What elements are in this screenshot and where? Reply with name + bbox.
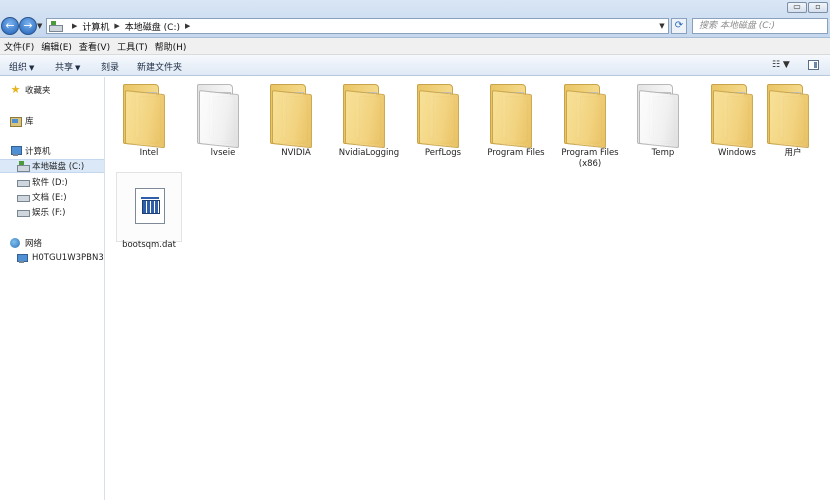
breadcrumb-local-disk[interactable]: 本地磁盘 (C:) [125, 20, 180, 33]
drive-icon [17, 177, 30, 187]
folder-item[interactable]: lvseie [188, 79, 258, 159]
sidebar-item-favorites[interactable]: ★ 收藏夹 [10, 83, 114, 97]
folder-item[interactable]: 用户 [758, 79, 828, 159]
sidebar-item-label: 库 [25, 117, 34, 127]
folder-icon [417, 84, 459, 149]
address-bar-area: ▭ ▫ ← → ▼ ▶ 计算机 ▶ 本地磁盘 (C:) ▶ ▼ ⟳ 搜索 本地磁… [0, 0, 830, 38]
folder-item[interactable]: Program Files [481, 79, 551, 159]
chevron-down-icon: ▼ [29, 64, 35, 72]
view-options-icon[interactable]: ☷ ▼ [772, 60, 790, 70]
item-label: 用户 [784, 148, 802, 158]
sidebar-item-drive-f[interactable]: 娱乐 (F:) [0, 205, 104, 219]
computer-icon [17, 253, 28, 263]
sidebar-item-label: 娱乐 (F:) [32, 208, 66, 218]
folder-icon [637, 84, 679, 149]
sidebar-item-label: 网络 [25, 239, 43, 249]
chevron-down-icon: ▼ [75, 64, 81, 72]
sidebar-item-network-pc[interactable]: H0TGU1W3PBN3G [0, 251, 104, 265]
menu-edit[interactable]: 编辑(E) [41, 40, 72, 53]
sidebar-item-label: 本地磁盘 (C:) [32, 162, 85, 172]
menu-bar: 文件(F) 编辑(E) 查看(V) 工具(T) 帮助(H) [0, 38, 830, 55]
system-drive-icon [17, 161, 30, 172]
sidebar-item-label: 收藏夹 [25, 86, 51, 96]
sidebar-item-network[interactable]: 网络 [10, 236, 114, 250]
command-bar: 组织 ▼ 共享 ▼ 刻录 新建文件夹 ☷ ▼ [0, 55, 830, 76]
sidebar-item-computer[interactable]: 计算机 [10, 144, 114, 158]
sidebar-item-label: 计算机 [25, 147, 51, 157]
file-item[interactable] [116, 172, 182, 242]
folder-icon [564, 84, 606, 149]
network-icon [10, 238, 21, 248]
item-label: NvidiaLogging [338, 148, 400, 158]
menu-view[interactable]: 查看(V) [79, 40, 110, 53]
burn-button[interactable]: 刻录 [101, 60, 119, 73]
folder-icon [123, 84, 165, 149]
menu-tools[interactable]: 工具(T) [117, 40, 148, 53]
folder-item[interactable]: Temp [628, 79, 698, 159]
folder-icon [343, 84, 385, 149]
chevron-right-icon[interactable]: ▶ [72, 22, 77, 30]
maximize-button[interactable]: ▫ [808, 2, 828, 13]
folder-item[interactable]: Program Files (x86) [555, 79, 625, 170]
folder-icon [490, 84, 532, 149]
menu-file[interactable]: 文件(F) [4, 40, 34, 53]
item-label: Program Files [487, 148, 545, 158]
chevron-right-icon[interactable]: ▶ [185, 22, 190, 30]
preview-pane-icon[interactable] [808, 60, 819, 70]
folder-item[interactable]: PerfLogs [408, 79, 478, 159]
organize-button[interactable]: 组织 ▼ [9, 60, 34, 73]
item-label: Intel [139, 148, 159, 158]
refresh-icon[interactable]: ⟳ [671, 18, 687, 34]
navigation-pane: ★ 收藏夹 库 计算机 本地磁盘 (C:) 软件 (D:) 文档 (E:) 娱乐… [0, 77, 105, 500]
drive-icon [17, 192, 30, 202]
sidebar-item-label: H0TGU1W3PBN3G [32, 253, 104, 263]
system-file-icon [135, 188, 165, 224]
menu-help[interactable]: 帮助(H) [155, 40, 187, 53]
sidebar-item-label: 软件 (D:) [32, 178, 68, 188]
back-arrow-icon[interactable]: ← [1, 17, 19, 35]
organize-label: 组织 [9, 63, 28, 73]
folder-icon [270, 84, 312, 149]
search-input[interactable]: 搜索 本地磁盘 (C:) [692, 18, 828, 34]
item-label: PerfLogs [424, 148, 462, 158]
folder-icon [197, 84, 239, 149]
sidebar-item-drive-d[interactable]: 软件 (D:) [0, 175, 104, 189]
library-icon [10, 116, 22, 127]
minimize-button[interactable]: ▭ [787, 2, 807, 13]
drive-icon [49, 21, 63, 32]
history-dropdown-icon[interactable]: ▼ [37, 22, 42, 30]
item-label: bootsqm.dat [122, 240, 176, 250]
folder-icon [767, 84, 809, 149]
item-label: Program Files (x86) [561, 148, 619, 169]
drive-icon [17, 207, 30, 217]
file-list: Intel lvseie NVIDIA NvidiaLogging PerfLo… [106, 77, 830, 500]
breadcrumb-computer[interactable]: 计算机 [82, 20, 109, 33]
item-label: NVIDIA [281, 148, 311, 158]
address-dropdown-icon[interactable]: ▼ [656, 22, 668, 30]
item-label: Temp [651, 148, 675, 158]
file-item-caption[interactable]: bootsqm.dat [114, 237, 184, 251]
folder-item[interactable]: Intel [114, 79, 184, 159]
new-folder-button[interactable]: 新建文件夹 [137, 60, 182, 73]
sidebar-item-label: 文档 (E:) [32, 193, 67, 203]
folder-item[interactable]: NVIDIA [261, 79, 331, 159]
computer-icon [10, 146, 22, 156]
item-label: lvseie [210, 148, 236, 158]
share-label: 共享 [55, 63, 74, 73]
sidebar-item-drive-c[interactable]: 本地磁盘 (C:) [0, 159, 104, 173]
chevron-right-icon[interactable]: ▶ [114, 22, 119, 30]
folder-item[interactable]: NvidiaLogging [334, 79, 404, 159]
sidebar-item-libraries[interactable]: 库 [10, 114, 114, 128]
folder-icon [711, 84, 753, 149]
star-icon: ★ [10, 83, 21, 96]
forward-arrow-icon[interactable]: → [19, 17, 37, 35]
sidebar-item-drive-e[interactable]: 文档 (E:) [0, 190, 104, 204]
share-button[interactable]: 共享 ▼ [55, 60, 80, 73]
address-field[interactable]: ▶ 计算机 ▶ 本地磁盘 (C:) ▶ ▼ [46, 18, 669, 34]
